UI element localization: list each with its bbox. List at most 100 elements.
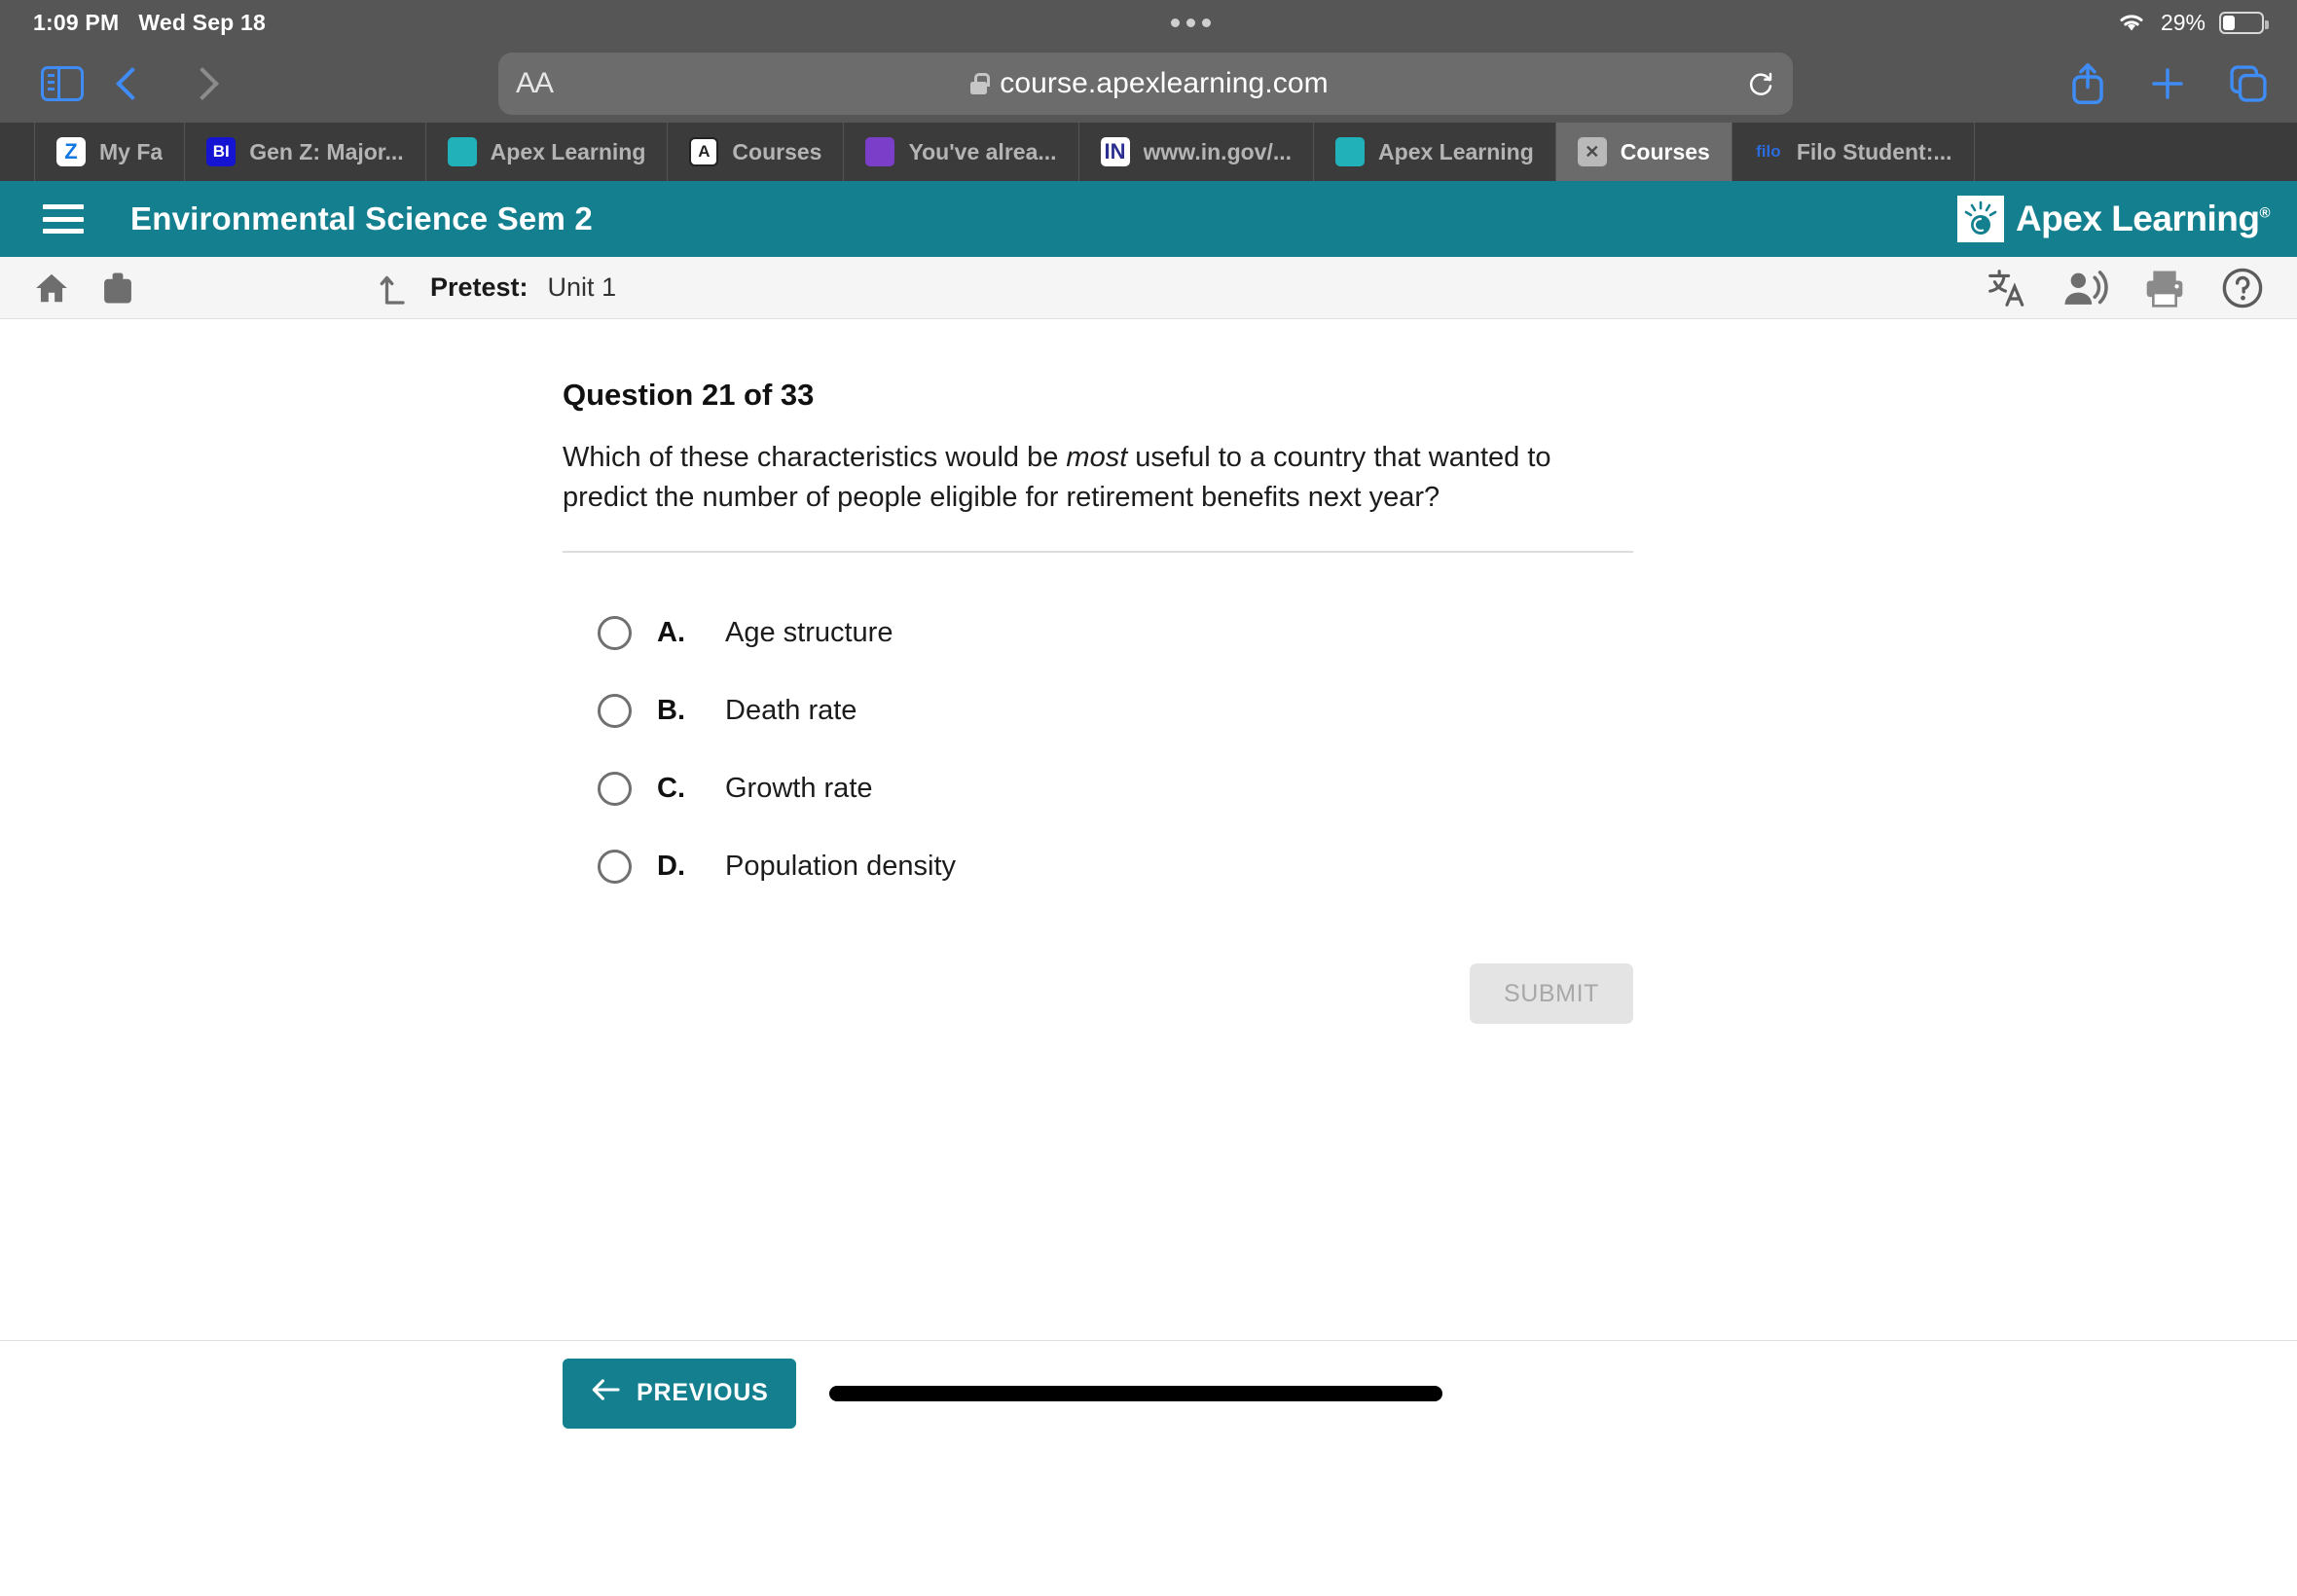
course-header: Environmental Science Sem 2 Apex Learnin… [0,181,2297,257]
home-indicator [828,1385,1442,1401]
browser-tab[interactable] [0,123,35,181]
browser-tab[interactable]: Apex Learning [426,123,669,181]
answer-option-text: Growth rate [725,772,873,804]
filo-icon: filo [1756,142,1781,161]
question-divider [563,551,1633,554]
print-icon[interactable] [2143,269,2186,308]
browser-tab-label: Apex Learning [490,138,646,164]
battery-percent-label: 29% [2160,9,2206,35]
submit-row: SUBMIT [563,963,1633,1025]
activity-type-label: Pretest: [430,272,529,302]
ios-status-bar: 1:09 PM Wed Sep 18 29% [0,0,2297,45]
plus-icon[interactable] [2147,63,2188,104]
answer-option-letter: C. [657,772,685,804]
url-display[interactable]: course.apexlearning.com [553,67,1746,100]
trademark-symbol: ® [2259,204,2270,222]
apex-learning-logo: Apex Learning® [1956,196,2271,242]
browser-tab-label: Gen Z: Major... [249,138,404,164]
apex-courses-icon: A [689,137,719,166]
list-icon [865,137,895,166]
text-size-button[interactable]: AA [516,67,554,100]
chevron-left-icon[interactable] [97,54,167,114]
answer-options: A. Age structure B. Death rate C. Growth rate… [598,594,1633,905]
browser-tab[interactable]: Z My Fa [35,123,186,181]
browser-tab-label: You've alrea... [908,138,1057,164]
answer-option[interactable]: C. Growth rate [598,749,1633,827]
list-menu-icon[interactable] [43,204,84,234]
browser-tab[interactable]: BI Gen Z: Major... [185,123,426,181]
apex-learning-icon [1335,137,1366,166]
question-text-part1: Which of these characteristics would be [563,442,1067,473]
sidebar-toggle-icon[interactable] [27,54,97,114]
answer-option-letter: A. [657,616,685,648]
lock-icon [970,73,990,94]
browser-tab-label: Courses [732,138,822,164]
activity-tools [1986,267,2264,309]
indiana-gov-icon: IN [1100,137,1130,166]
briefcase-icon[interactable] [101,270,134,307]
browser-tab[interactable]: filo Filo Student:... [1732,123,1975,181]
tabs-overview-icon[interactable] [2227,62,2270,105]
activity-toolbar-left [33,270,134,307]
browser-tab[interactable]: ✕ Courses [1555,123,1732,181]
radio-button[interactable] [598,615,632,650]
read-aloud-icon[interactable] [2063,268,2108,308]
activity-unit-label: Unit 1 [547,272,617,302]
breadcrumb: Pretest: Unit 1 [378,271,616,306]
answer-option[interactable]: D. Population density [598,827,1633,905]
level-up-arrow-icon[interactable] [378,271,411,306]
status-bar-time: 1:09 PM [33,9,120,35]
apex-brain-logo-icon [1956,196,2004,242]
address-bar[interactable]: AA course.apexlearning.com [498,53,1793,115]
browser-tab[interactable]: Apex Learning [1314,123,1556,181]
answer-option-text: Population density [725,850,956,882]
browser-tab[interactable]: You've alrea... [844,123,1079,181]
answer-option[interactable]: A. Age structure [598,594,1633,671]
safari-toolbar-right [2067,61,2270,106]
zillow-icon: Z [56,137,86,166]
close-tab-icon[interactable]: ✕ [1577,137,1607,166]
safari-toolbar: AA course.apexlearning.com [0,45,2297,123]
browser-tab[interactable]: A Courses [668,123,845,181]
share-icon[interactable] [2067,61,2108,106]
browser-tab-label: Courses [1620,138,1710,164]
browser-tab[interactable]: IN www.in.gov/... [1079,123,1315,181]
answer-option[interactable]: B. Death rate [598,671,1633,749]
navigation-footer: PREVIOUS [0,1340,2297,1445]
previous-button[interactable]: PREVIOUS [563,1358,796,1429]
tab-strip: Z My Fa BI Gen Z: Major... Apex Learning A Cou… [0,123,2297,181]
answer-option-text: Age structure [725,616,893,648]
status-bar-date: Wed Sep 18 [138,9,267,35]
battery-icon [2219,11,2269,34]
browser-tab-label: My Fa [99,138,164,164]
translate-icon[interactable] [1986,267,2028,309]
radio-button[interactable] [598,771,632,806]
wifi-icon [2116,11,2147,34]
question-text: Which of these characteristics would be … [563,438,1633,518]
apex-brand-name: Apex Learning® [2015,199,2271,238]
answer-option-letter: D. [657,850,685,882]
reload-icon[interactable] [1746,69,1775,98]
browser-tab-label: Filo Student:... [1796,138,1952,164]
submit-button[interactable]: SUBMIT [1470,963,1633,1025]
home-icon[interactable] [33,270,70,307]
radio-button[interactable] [598,693,632,728]
apex-learning-icon [447,137,477,166]
question-emphasis: most [1066,442,1128,473]
arrow-left-icon [590,1377,621,1409]
radio-button[interactable] [598,849,632,884]
status-bar-left: 1:09 PM Wed Sep 18 [33,10,266,36]
url-text: course.apexlearning.com [1000,67,1329,99]
activity-toolbar: Pretest: Unit 1 [0,257,2297,319]
help-icon[interactable] [2221,267,2264,309]
browser-tab-label: www.in.gov/... [1143,138,1293,164]
answer-option-letter: B. [657,694,685,726]
page-title: Environmental Science Sem 2 [130,200,593,236]
question-heading: Question 21 of 33 [563,378,815,412]
question-panel: Question 21 of 33 Which of these charact… [563,378,1633,1025]
question-content-area: Question 21 of 33 Which of these charact… [0,319,2297,1445]
status-bar-right: 29% [2116,9,2269,36]
previous-button-label: PREVIOUS [637,1379,769,1406]
chevron-right-icon [167,54,237,114]
answer-option-text: Death rate [725,694,857,726]
